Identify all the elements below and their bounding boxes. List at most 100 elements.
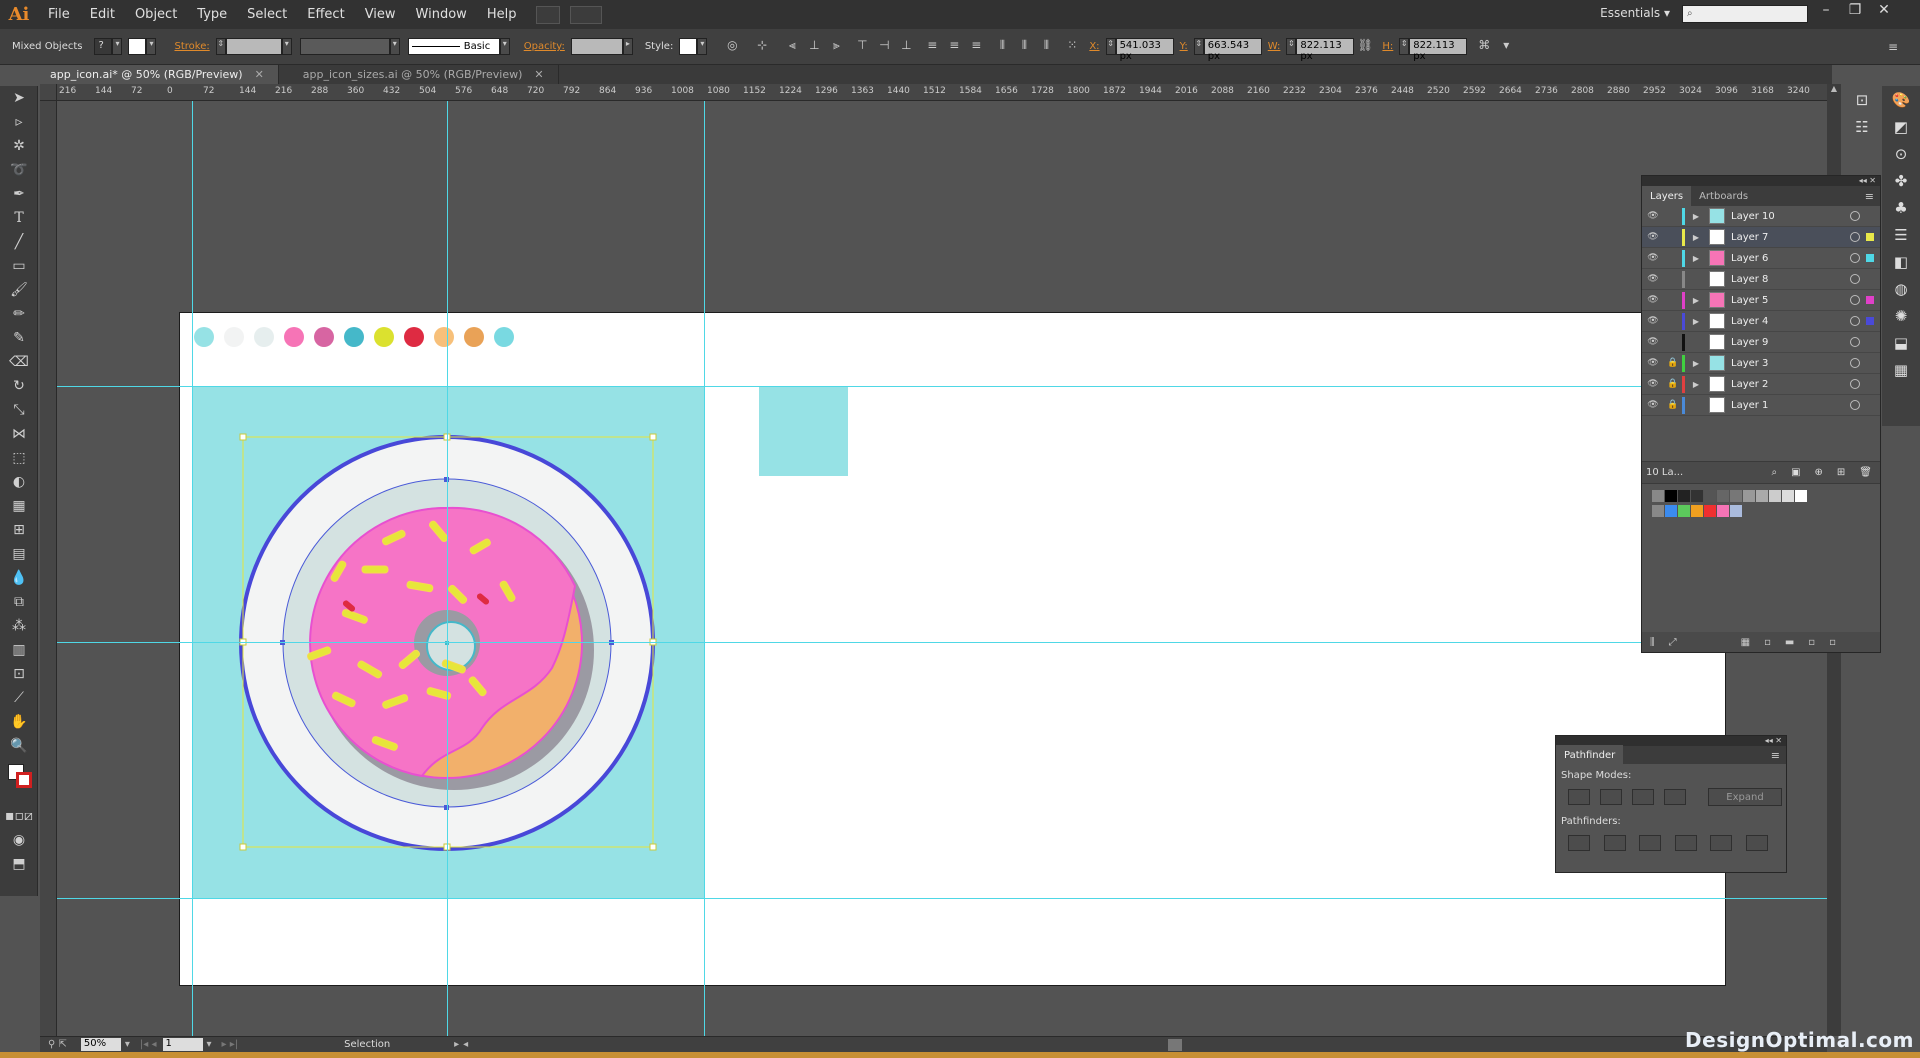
visibility-eye-icon[interactable]: 👁 <box>1642 316 1664 326</box>
guide-horizontal-3[interactable] <box>57 898 1827 899</box>
fill-dropdown[interactable]: ▾ <box>112 38 123 55</box>
visibility-eye-icon[interactable]: 👁 <box>1642 295 1664 305</box>
control-panel-menu-icon[interactable]: ≡ <box>1888 40 1898 54</box>
status-icons[interactable]: ⚲ ⇱ <box>40 1039 75 1050</box>
layer-name[interactable]: Layer 2 <box>1731 379 1850 390</box>
stroke-label[interactable]: Stroke: <box>168 41 215 52</box>
swatch-libraries-icon[interactable]: ⫼ <box>1650 637 1655 648</box>
variable-width-profile[interactable] <box>299 38 390 55</box>
palette-swatch[interactable] <box>494 327 514 347</box>
document-tab[interactable]: app_icon_sizes.ai @ 50% (RGB/Preview) ✕ <box>278 65 559 84</box>
y-stepper[interactable]: ⇕ <box>1193 38 1204 55</box>
selection-indicator[interactable] <box>1866 275 1874 283</box>
guide-vertical-2[interactable] <box>447 101 448 1036</box>
target-circle-icon[interactable] <box>1850 253 1860 263</box>
layer-name[interactable]: Layer 10 <box>1731 211 1850 222</box>
distribute-bottom-icon[interactable]: ≡ <box>967 38 985 56</box>
layers-icon[interactable]: ▦ <box>1882 356 1920 383</box>
expand-arrow-icon[interactable]: ▶ <box>1689 359 1703 368</box>
graphic-styles-icon[interactable]: ⬓ <box>1882 329 1920 356</box>
guide-horizontal-2[interactable] <box>57 642 1827 643</box>
target-circle-icon[interactable] <box>1850 337 1860 347</box>
swatches-icon[interactable]: ⊙ <box>1882 140 1920 167</box>
menu-effect[interactable]: Effect <box>297 7 354 22</box>
menu-file[interactable]: File <box>38 7 80 22</box>
x-stepper[interactable]: ⇕ <box>1105 38 1116 55</box>
ruler-origin[interactable] <box>40 84 57 101</box>
lock-icon[interactable]: 🔒 <box>1664 358 1682 368</box>
close-tab-icon[interactable]: ✕ <box>255 68 264 81</box>
distribute-top-icon[interactable]: ≡ <box>923 38 941 56</box>
visibility-eye-icon[interactable]: 👁 <box>1642 358 1664 368</box>
w-stepper[interactable]: ⇕ <box>1286 38 1297 55</box>
layer-row[interactable]: 👁 ▶ Layer 7 <box>1642 227 1880 248</box>
tab-pathfinder[interactable]: Pathfinder <box>1556 745 1624 765</box>
color-guide-icon[interactable]: ◩ <box>1882 113 1920 140</box>
visibility-eye-icon[interactable]: 👁 <box>1642 400 1664 410</box>
fill-stroke-swatches[interactable] <box>0 758 37 804</box>
drawing-mode-icon[interactable]: ◉ <box>0 828 38 852</box>
width-tool-icon[interactable]: ⋈ <box>0 422 38 446</box>
align-right-icon[interactable]: ⫸ <box>827 38 845 56</box>
first-artboard-icon[interactable]: |◂ ◂ <box>134 1039 163 1050</box>
menu-help[interactable]: Help <box>477 7 527 22</box>
menu-object[interactable]: Object <box>125 7 187 22</box>
palette-swatch[interactable] <box>464 327 484 347</box>
lock-icon[interactable]: 🔒 <box>1664 379 1682 389</box>
distribute-left-icon[interactable]: ⦀ <box>993 38 1011 56</box>
workspace-switcher[interactable]: Essentials ▾ <box>1600 6 1670 20</box>
new-swatch-icon[interactable]: ▫ <box>1808 637 1815 648</box>
pencil-tool-icon[interactable]: ✏ <box>0 302 38 326</box>
selection-indicator[interactable] <box>1866 401 1874 409</box>
zoom-field[interactable]: 50% <box>80 1038 121 1051</box>
unite-button[interactable] <box>1568 789 1590 805</box>
stroke-weight-field[interactable] <box>225 38 282 55</box>
visibility-eye-icon[interactable]: 👁 <box>1642 337 1664 347</box>
menu-type[interactable]: Type <box>187 7 237 22</box>
lock-icon[interactable]: 🔒 <box>1664 400 1682 410</box>
hand-tool-icon[interactable]: ✋ <box>0 710 38 734</box>
expand-arrow-icon[interactable]: ▶ <box>1689 296 1703 305</box>
scroll-up-icon[interactable]: ▲ <box>1827 84 1841 93</box>
minus-front-button[interactable] <box>1600 789 1622 805</box>
new-color-group-icon[interactable]: ▫ <box>1764 637 1771 648</box>
delete-layer-icon[interactable]: 🗑 <box>1859 467 1880 478</box>
artboards-dock-icon[interactable]: ⊡ <box>1845 86 1879 113</box>
color-group-icon[interactable]: ▦ <box>1741 637 1750 648</box>
distribute-center-icon[interactable]: ≡ <box>945 38 963 56</box>
panel-collapse-bar[interactable]: ◂◂ ✕ <box>1642 176 1880 186</box>
color-mode-icons[interactable]: ▪▫⧄ <box>0 804 38 828</box>
symbols-icon[interactable]: ♣ <box>1882 194 1920 221</box>
guide-vertical-1[interactable] <box>192 101 193 1036</box>
tab-layers[interactable]: Layers <box>1642 186 1692 206</box>
pathfinder-menu-icon[interactable]: ≡ <box>1771 749 1786 762</box>
align-left-icon[interactable]: ⫷ <box>783 38 801 56</box>
eyedropper-tool-icon[interactable]: 💧 <box>0 566 38 590</box>
type-tool-icon[interactable]: T <box>0 206 38 230</box>
recolor-artwork-icon[interactable]: ◎ <box>723 38 741 56</box>
align-dock-icon[interactable]: ☷ <box>1845 113 1879 140</box>
free-transform-tool-icon[interactable]: ⬚ <box>0 446 38 470</box>
next-artboard-icon[interactable]: ▸ ▸| <box>216 1039 245 1050</box>
guide-horizontal-1[interactable] <box>57 386 1827 387</box>
merge-button[interactable] <box>1639 835 1661 851</box>
blob-brush-tool-icon[interactable]: ✎ <box>0 326 38 350</box>
align-top-icon[interactable]: ⊤ <box>853 38 871 56</box>
align-to-icon[interactable]: ⊹ <box>753 38 771 56</box>
new-swatch-folder-icon[interactable]: ▬ <box>1785 637 1794 648</box>
blend-tool-icon[interactable]: ⧉ <box>0 590 38 614</box>
zoom-tool-icon[interactable]: 🔍 <box>0 734 38 758</box>
minus-back-button[interactable] <box>1745 835 1768 851</box>
fill-swatch[interactable]: ? <box>94 38 113 55</box>
direct-selection-tool-icon[interactable]: ▹ <box>0 110 38 134</box>
shape-builder-tool-icon[interactable]: ◐ <box>0 470 38 494</box>
document-tab[interactable]: app_icon.ai* @ 50% (RGB/Preview) ✕ <box>26 65 279 84</box>
small-icon-preview[interactable] <box>759 387 848 476</box>
layer-row[interactable]: 👁 ▶ Layer 6 <box>1642 248 1880 269</box>
reference-point-icon[interactable]: ⁙ <box>1063 38 1081 56</box>
palette-swatch[interactable] <box>194 327 214 347</box>
transparency-icon[interactable]: ◍ <box>1882 275 1920 302</box>
target-circle-icon[interactable] <box>1850 379 1860 389</box>
palette-swatch[interactable] <box>314 327 334 347</box>
artboard-navigation-field[interactable]: 1 <box>162 1038 203 1051</box>
